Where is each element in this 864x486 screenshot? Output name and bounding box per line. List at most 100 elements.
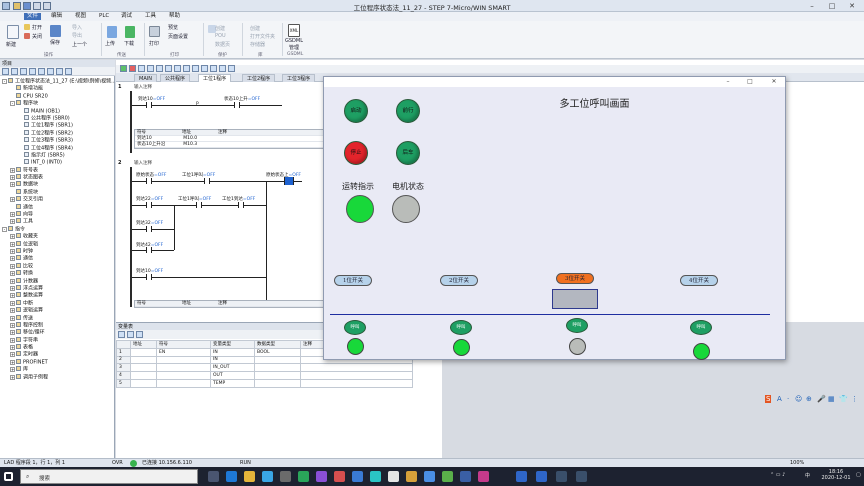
task-view-icon[interactable] (208, 471, 219, 482)
menu-tools[interactable]: 工具 (142, 13, 159, 20)
tree-item[interactable]: CPU SR20 (0, 92, 115, 100)
expand-icon[interactable]: + (10, 219, 15, 225)
app-icon[interactable] (298, 471, 309, 482)
table-cell[interactable]: IN (210, 355, 255, 365)
tree-item[interactable]: 工位1程序 (SBR1) (0, 122, 115, 129)
tree-item[interactable]: 新增功能 (0, 85, 115, 92)
ime-indicator[interactable]: 中 (805, 472, 810, 479)
tree-item[interactable]: + 传送 (0, 314, 115, 322)
previous-label[interactable]: 上一个 (72, 41, 87, 48)
expand-icon[interactable]: + (10, 248, 15, 254)
tree-item[interactable]: + 数据块 (0, 181, 115, 188)
tree-item[interactable]: + 计数器 (0, 277, 115, 285)
table-cell[interactable] (130, 355, 157, 365)
app-icon[interactable] (556, 471, 567, 482)
tree-item[interactable]: + 比较 (0, 262, 115, 270)
notification-icon[interactable]: ▢ (856, 472, 861, 478)
page-setup-label[interactable]: 页面设置 (168, 33, 188, 40)
tree-item[interactable]: + 状态图表 (0, 174, 115, 181)
contact-no[interactable] (146, 226, 152, 232)
new-icon[interactable] (7, 25, 19, 39)
contact-no[interactable] (146, 247, 152, 253)
tree-item[interactable]: + 中断 (0, 299, 115, 307)
app-icon[interactable] (460, 471, 471, 482)
download-label[interactable]: 下载 (124, 40, 134, 47)
print-icon-large[interactable] (149, 26, 160, 37)
app-icon[interactable] (388, 471, 399, 482)
station-switch-3[interactable]: 3位开关 (556, 273, 594, 284)
tool-icon[interactable] (47, 68, 54, 75)
tool-icon[interactable] (228, 65, 235, 72)
menu-view[interactable]: 视图 (72, 13, 89, 20)
tray-icons[interactable]: ⌃ ▭ ♪ (770, 472, 785, 478)
station-call-button-1[interactable]: 呼叫 (344, 320, 366, 335)
tree-item[interactable]: + 整数运算 (0, 292, 115, 299)
ime-punct[interactable]: · (787, 395, 789, 403)
download-icon[interactable] (125, 26, 135, 38)
expand-icon[interactable]: + (10, 308, 15, 314)
expand-icon[interactable]: + (10, 367, 15, 373)
expand-icon[interactable]: + (10, 359, 15, 365)
tool-icon[interactable] (29, 68, 36, 75)
step7-app-icon[interactable] (516, 471, 527, 482)
keyboard-icon[interactable]: ▦ (828, 395, 835, 403)
save-icon-large[interactable] (50, 25, 61, 37)
insert-row-icon[interactable] (118, 331, 125, 338)
station-call-button-2[interactable]: 呼叫 (450, 320, 472, 335)
ime-mode[interactable]: A (777, 395, 782, 403)
expand-icon[interactable]: + (10, 300, 15, 306)
tab-station1[interactable]: 工位1程序 (198, 74, 232, 82)
tree-item[interactable]: 通信 (0, 203, 115, 211)
tree-item[interactable]: + 时钟 (0, 247, 115, 255)
network-comment[interactable]: 输入注释 (134, 84, 152, 90)
app-icon[interactable] (576, 471, 587, 482)
emoji-icon[interactable]: ☺ (795, 395, 802, 403)
tree-item[interactable]: + 调用子例程 (0, 373, 115, 381)
app-icon[interactable] (352, 471, 363, 482)
app-icon[interactable] (406, 471, 417, 482)
expand-icon[interactable]: + (10, 167, 15, 173)
tool-icon[interactable] (210, 65, 217, 72)
open-folder-label[interactable]: 打开文件夹 (250, 33, 275, 40)
close-button[interactable]: ✕ (842, 1, 862, 11)
table-cell[interactable]: EN (156, 347, 211, 357)
create-label[interactable]: 创建 (215, 25, 225, 32)
expand-icon[interactable]: + (10, 352, 15, 358)
print-label[interactable]: 打印 (149, 40, 159, 47)
tree-item[interactable]: + 表格 (0, 344, 115, 351)
tree-item[interactable]: + 交叉引用 (0, 196, 115, 203)
table-cell[interactable]: BOOL (254, 347, 301, 357)
app-icon[interactable] (424, 471, 435, 482)
tool-icon[interactable] (2, 68, 9, 75)
table-cell[interactable]: IN (210, 347, 255, 357)
sogou-logo[interactable]: S (765, 395, 772, 403)
tree-item[interactable]: 系统块 (0, 188, 115, 196)
expand-icon[interactable]: + (10, 345, 15, 351)
expand-icon[interactable]: + (10, 330, 15, 336)
tree-item[interactable]: MAIN (OB1) (0, 107, 115, 115)
tree-item[interactable]: - 指令 (0, 225, 115, 233)
table-cell[interactable] (300, 363, 413, 373)
station-call-button-3[interactable]: 呼叫 (566, 318, 588, 333)
menu-help[interactable]: 帮助 (166, 13, 183, 20)
tree-item[interactable]: + 收藏夹 (0, 233, 115, 240)
expand-icon[interactable]: + (10, 293, 15, 299)
maximize-button[interactable]: □ (742, 77, 758, 87)
menu-plc[interactable]: PLC (96, 13, 112, 20)
minimize-button[interactable]: – (802, 1, 822, 11)
tree-item[interactable]: + 字符串 (0, 336, 115, 344)
forward-button[interactable]: 前行 (396, 99, 420, 123)
table-cell[interactable] (300, 378, 413, 388)
expand-icon[interactable]: + (10, 337, 15, 343)
tool-icon[interactable] (20, 68, 27, 75)
coil[interactable] (234, 102, 240, 108)
tool-icon[interactable] (156, 65, 163, 72)
pou-label[interactable]: POU (215, 33, 226, 39)
maximize-button[interactable]: □ (822, 1, 842, 11)
table-cell[interactable] (156, 371, 211, 380)
app-icon[interactable] (262, 471, 273, 482)
menu-debug[interactable]: 调试 (118, 13, 135, 20)
tree-item[interactable]: 工位3程序 (SBR3) (0, 137, 115, 144)
tree-item[interactable]: INT_0 (INT0) (0, 159, 115, 166)
tree-item[interactable]: + 符号表 (0, 166, 115, 174)
